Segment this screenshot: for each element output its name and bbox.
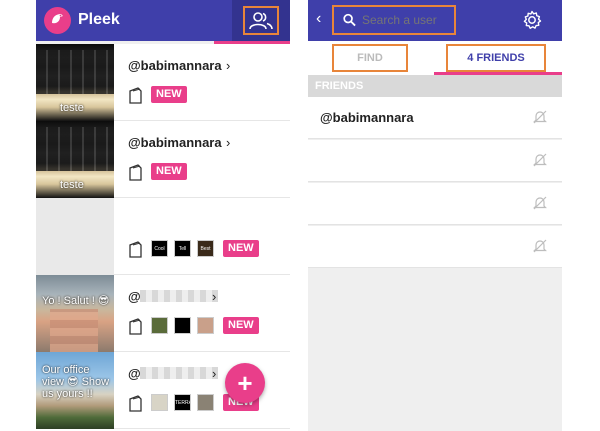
friend-row[interactable] xyxy=(308,140,562,182)
mute-bell-icon[interactable] xyxy=(532,195,548,211)
tab-find[interactable]: FIND xyxy=(332,44,408,72)
app-title: Pleek xyxy=(78,11,120,28)
mute-bell-icon[interactable] xyxy=(532,109,548,125)
new-badge: NEW xyxy=(223,317,259,334)
keyboard-thumbnail[interactable]: teste xyxy=(36,44,114,121)
new-badge: NEW xyxy=(151,163,187,180)
thumb-caption: teste xyxy=(60,179,84,191)
pleek-stack-icon xyxy=(129,164,142,181)
add-pleek-button[interactable]: + xyxy=(225,363,265,403)
obscured-username xyxy=(140,290,218,302)
mute-bell-icon[interactable] xyxy=(532,238,548,254)
reply-thumbnail[interactable] xyxy=(197,394,214,411)
search-input[interactable] xyxy=(362,13,454,27)
friends-header: ‹ xyxy=(308,0,562,41)
selfie-thumbnail[interactable]: Yo ! Salut ! 😎 xyxy=(36,275,114,352)
feed-item[interactable]: teste @babimannara › NEW xyxy=(36,121,290,198)
new-badge: NEW xyxy=(223,240,259,257)
friends-section-label: FRIENDS xyxy=(308,75,562,97)
friends-tabs: FIND 4 FRIENDS xyxy=(308,41,562,75)
search-icon xyxy=(343,13,356,27)
feed-username[interactable]: @ xyxy=(128,289,141,304)
reply-thumbnail[interactable]: Tell me about... A friend xyxy=(174,240,191,257)
friend-row[interactable]: @babimannara xyxy=(308,97,562,139)
reply-thumbnail[interactable] xyxy=(151,317,168,334)
thumb-caption: Our office view 😎 Show us yours !! xyxy=(42,364,110,400)
chevron-right-icon: › xyxy=(226,135,231,150)
reply-thumbnail[interactable] xyxy=(174,317,191,334)
friend-username[interactable]: @babimannara xyxy=(320,110,414,125)
thumb-caption: Yo ! Salut ! 😎 xyxy=(42,295,110,307)
feed-item[interactable]: Yo ! Salut ! 😎 @ › NEW xyxy=(36,275,290,352)
search-field[interactable] xyxy=(332,5,456,35)
app-header: Pleek xyxy=(36,0,290,41)
pleek-stack-icon xyxy=(129,87,142,104)
friends-screen: ‹ FIND 4 FRIENDS FRIENDS @babimannara xyxy=(308,0,562,431)
feed-item[interactable]: Cool Tell me about... A friend Best of P… xyxy=(36,198,290,275)
office-view-thumbnail[interactable]: Our office view 😎 Show us yours !! xyxy=(36,352,114,429)
friends-button-highlight xyxy=(243,6,279,35)
chevron-right-icon: › xyxy=(212,366,217,381)
pleek-feed-screen: Pleek teste @babimannara › NEW teste @ba… xyxy=(36,0,290,431)
obscured-username xyxy=(140,367,218,379)
pleek-stack-icon xyxy=(129,318,142,335)
feed-item[interactable]: teste @babimannara › NEW xyxy=(36,44,290,121)
friend-row[interactable] xyxy=(308,226,562,268)
gear-icon[interactable] xyxy=(522,10,542,30)
reply-thumbnail[interactable] xyxy=(151,394,168,411)
thumb-caption: teste xyxy=(60,102,84,114)
new-badge: NEW xyxy=(151,86,187,103)
mute-bell-icon[interactable] xyxy=(532,152,548,168)
pleek-bird-icon xyxy=(52,14,63,24)
tab-friends[interactable]: 4 FRIENDS xyxy=(446,44,546,72)
reply-thumbnail[interactable]: Best of Pleek xyxy=(197,240,214,257)
keyboard-thumbnail[interactable]: teste xyxy=(36,121,114,198)
reply-thumbnail[interactable]: Cool xyxy=(151,240,168,257)
feed-username[interactable]: @ xyxy=(128,366,141,381)
feed-username[interactable]: @babimannara xyxy=(128,58,222,73)
chevron-right-icon: › xyxy=(226,58,231,73)
back-chevron-icon[interactable]: ‹ xyxy=(316,10,321,28)
reply-thumbnail[interactable]: TERRA xyxy=(174,394,191,411)
pleek-stack-icon xyxy=(129,395,142,412)
chevron-right-icon: › xyxy=(212,289,217,304)
friend-row[interactable] xyxy=(308,183,562,225)
reply-thumbnail[interactable] xyxy=(197,317,214,334)
pleek-stack-icon xyxy=(129,241,142,258)
blank-thumbnail[interactable] xyxy=(36,198,114,275)
feed-username[interactable]: @babimannara xyxy=(128,135,222,150)
